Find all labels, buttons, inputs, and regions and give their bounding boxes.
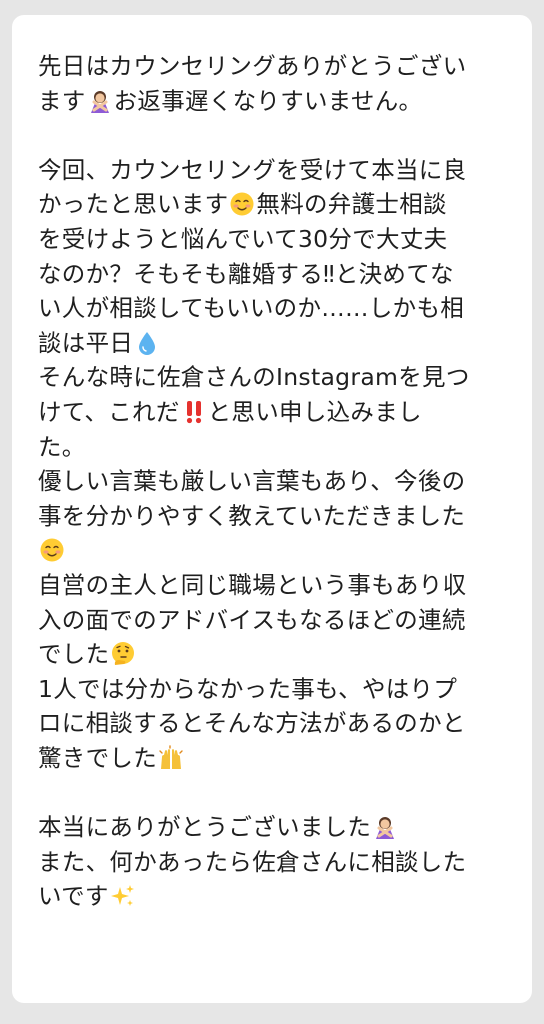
smiling-face-icon	[229, 191, 255, 217]
message-line-text: 優しい言葉も厳しい言葉もあり、今後の	[38, 467, 466, 496]
screenshot-page: 先日はカウンセリングありがとうござい ます お返事遅くなりすいません。 今回、カウン…	[0, 0, 544, 1024]
message-line-text: 今回、カウンセリングを受けて本当に良	[38, 155, 467, 184]
message-line-text: かったと思います	[38, 190, 229, 219]
message-line: なのか？そもそも離婚する‼と決めてな	[38, 257, 510, 292]
message-line-text: い人が相談してもいいのか……しかも相	[38, 294, 465, 323]
smiling-face-icon	[39, 537, 65, 563]
message-line-text: 事を分かりやすく教えていただきました	[38, 501, 466, 530]
message-bubble: 先日はカウンセリングありがとうござい ます お返事遅くなりすいません。 今回、カウン…	[12, 15, 532, 1003]
message-line-text: 入の面でのアドバイスもなるほどの連続	[38, 605, 466, 634]
message-line-text: 談は平日	[38, 328, 134, 357]
message-line-text: 驚きでした	[38, 743, 157, 772]
message-line: い人が相談してもいいのか……しかも相	[38, 291, 510, 326]
message-line-text: を受けようと悩んでいて30分で大丈夫	[38, 224, 448, 253]
message-line: また、何かあったら佐倉さんに相談した	[38, 845, 510, 880]
message-line	[38, 533, 510, 568]
message-line-text: 本当にありがとうございました	[38, 813, 372, 842]
message-line-text: 無料の弁護士相談	[256, 190, 447, 219]
message-line: 自営の主人と同じ職場という事もあり収	[38, 568, 510, 603]
message-line-text: また、何かあったら佐倉さんに相談した	[38, 847, 467, 876]
message-line	[38, 775, 510, 810]
message-line: かったと思います 無料の弁護士相談	[38, 187, 510, 222]
message-line: ます お返事遅くなりすいません。	[38, 84, 510, 119]
message-line-text: 先日はカウンセリングありがとうござい	[38, 52, 467, 80]
droplet-icon	[134, 330, 160, 356]
message-line	[38, 118, 510, 153]
message-line: そんな時に佐倉さんのInstagramを見つ	[38, 360, 510, 395]
message-line: 優しい言葉も厳しい言葉もあり、今後の	[38, 464, 510, 499]
woman-gesturing-no-icon	[372, 814, 398, 840]
sparkles-icon	[110, 883, 136, 909]
message-line: た。	[38, 430, 510, 465]
message-line-text: お返事遅くなりすいません。	[113, 86, 423, 115]
message-line: 入の面でのアドバイスもなるほどの連続	[38, 603, 510, 638]
message-line-text: 1人では分からなかった事も、やはりプ	[38, 674, 458, 703]
message-line: 今回、カウンセリングを受けて本当に良	[38, 153, 510, 188]
message-line-text: 自営の主人と同じ職場という事もあり収	[38, 570, 467, 599]
message-line: 本当にありがとうございました	[38, 810, 510, 845]
raising-hands-icon	[158, 745, 184, 771]
message-line: 1人では分からなかった事も、やはりプ	[38, 672, 510, 707]
message-line: でした	[38, 637, 510, 672]
message-text: 先日はカウンセリングありがとうござい ます お返事遅くなりすいません。 今回、カウン…	[38, 49, 510, 914]
double-exclamation-icon	[181, 399, 207, 425]
message-line: 驚きでした	[38, 741, 510, 776]
message-line: 談は平日	[38, 326, 510, 361]
message-line-text: でした	[38, 640, 110, 669]
message-line-text: なのか？そもそも離婚する‼と決めてな	[38, 259, 454, 288]
message-line: 先日はカウンセリングありがとうござい	[38, 49, 510, 84]
thinking-face-icon	[110, 641, 136, 667]
woman-gesturing-no-icon	[87, 88, 113, 114]
message-line-text: ロに相談するとそんな方法があるのかと	[38, 709, 466, 738]
message-line-text: いです	[38, 882, 109, 911]
message-line-text: ます	[38, 86, 86, 115]
message-line: いです	[38, 879, 510, 914]
message-line: 事を分かりやすく教えていただきました	[38, 499, 510, 534]
message-line: を受けようと悩んでいて30分で大丈夫	[38, 222, 510, 257]
message-line-text: た。	[38, 432, 86, 461]
message-line-text: そんな時に佐倉さんのInstagramを見つ	[38, 363, 470, 392]
message-line: ロに相談するとそんな方法があるのかと	[38, 706, 510, 741]
message-line: けて、これだ と思い申し込みまし	[38, 395, 510, 430]
message-line-text: けて、これだ	[38, 397, 180, 426]
message-line-text: と思い申し込みまし	[207, 397, 422, 426]
